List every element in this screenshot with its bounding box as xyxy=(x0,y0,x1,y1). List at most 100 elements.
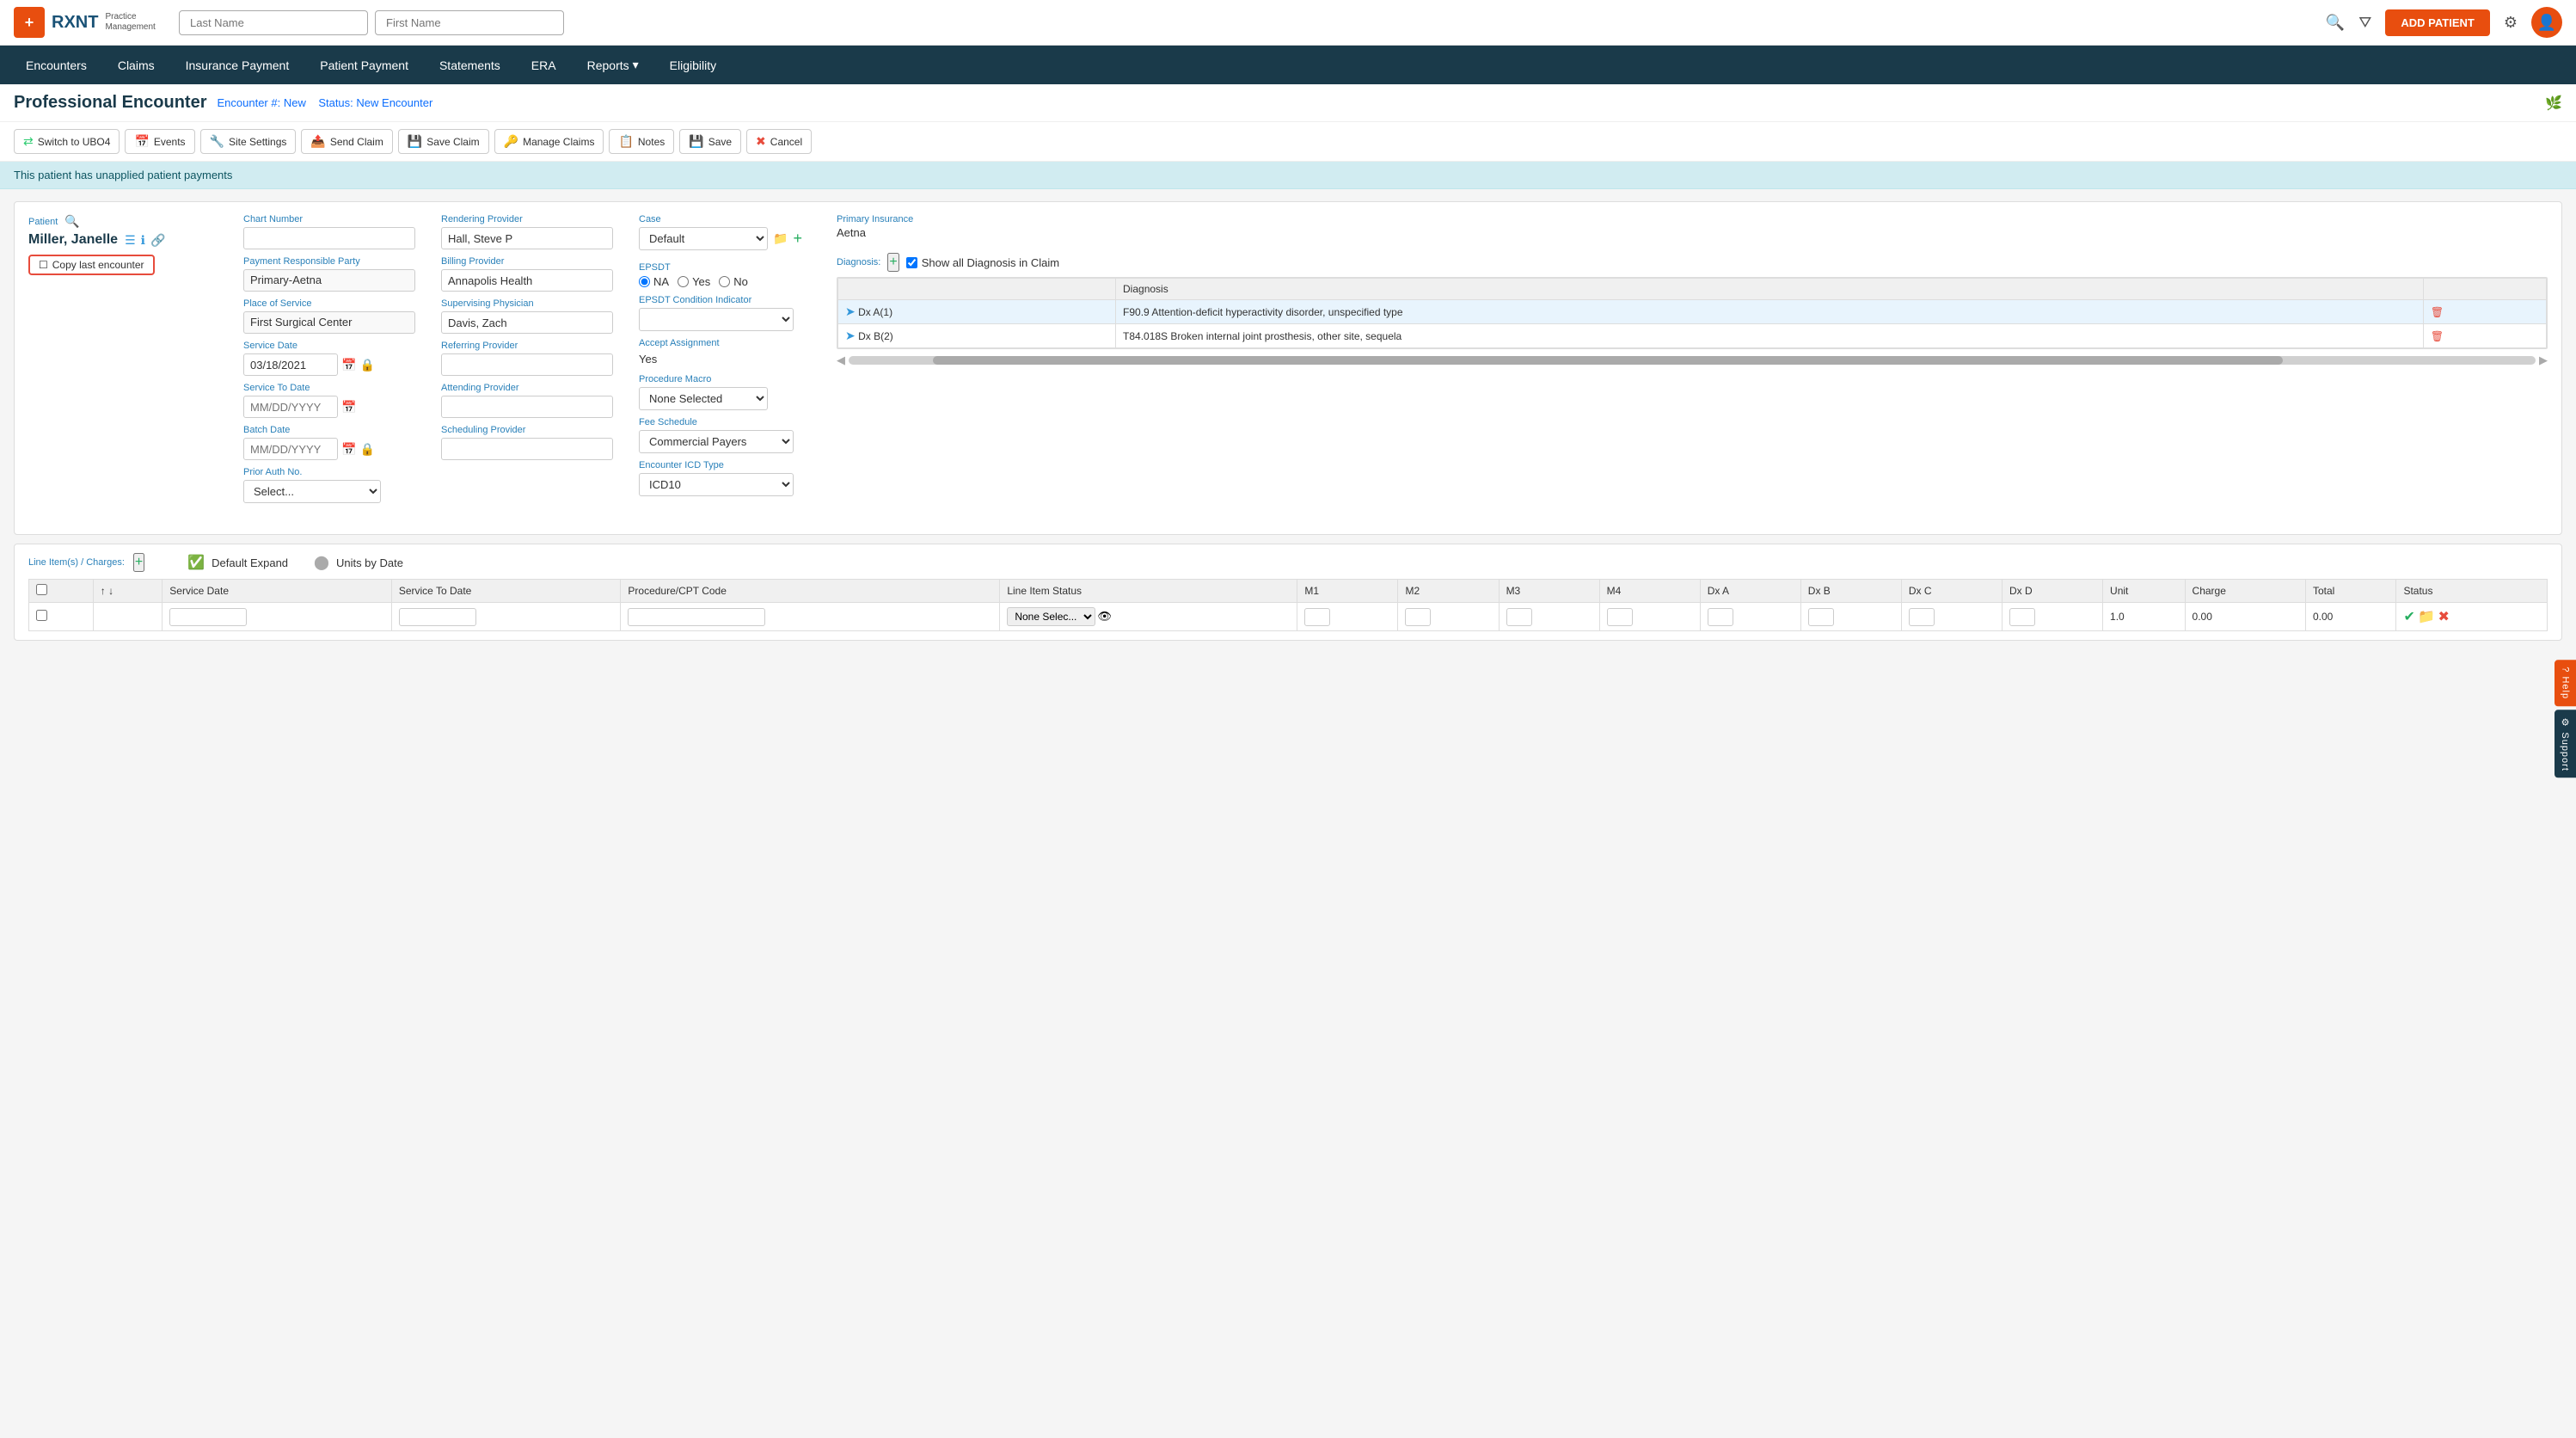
row-m3-cell[interactable] xyxy=(1499,603,1599,631)
diagnosis-scrollbar[interactable] xyxy=(849,356,2536,365)
prior-auth-select[interactable]: Select... xyxy=(243,480,381,503)
epsdt-radio-group: NA Yes No xyxy=(639,275,811,288)
dx-delete-cell[interactable]: 🗑 xyxy=(2423,300,2546,324)
nav-item-era[interactable]: ERA xyxy=(516,46,572,84)
service-date-calendar-icon[interactable]: 📅 xyxy=(341,358,356,372)
search-icon-button[interactable]: 🔍 xyxy=(2326,14,2345,32)
nav-item-insurance-payment[interactable]: Insurance Payment xyxy=(170,46,305,84)
service-to-date-calendar-icon[interactable]: 📅 xyxy=(341,400,356,415)
row-service-to-date-input[interactable] xyxy=(399,608,476,626)
row-m4-cell[interactable] xyxy=(1599,603,1700,631)
row-status-eye-icon[interactable]: 👁 xyxy=(1097,610,1112,624)
scroll-left-icon[interactable]: ◀ xyxy=(837,353,845,367)
support-button[interactable]: ⚙ Support xyxy=(2555,710,2576,778)
row-folder-icon[interactable]: 📁 xyxy=(2418,610,2435,624)
patient-list-icon[interactable]: ☰ xyxy=(125,233,136,248)
sort-up-icon[interactable]: ↑ xyxy=(101,585,106,597)
epsdt-no-option[interactable]: No xyxy=(719,275,748,288)
save-claim-button[interactable]: 💾 Save Claim xyxy=(398,129,489,154)
row-check-icon[interactable]: ✔ xyxy=(2403,610,2414,624)
attending-provider-input[interactable] xyxy=(441,396,613,418)
referring-provider-input[interactable] xyxy=(441,353,613,376)
patient-info-icon[interactable]: ℹ xyxy=(141,233,145,248)
batch-date-input[interactable] xyxy=(243,438,338,460)
row-checkbox-cell[interactable] xyxy=(29,603,94,631)
show-all-diagnosis-checkbox[interactable]: Show all Diagnosis in Claim xyxy=(906,256,1059,269)
epsdt-yes-option[interactable]: Yes xyxy=(678,275,710,288)
supervising-physician-input[interactable] xyxy=(441,311,613,334)
row-m2-input[interactable] xyxy=(1405,608,1431,626)
row-m1-cell[interactable] xyxy=(1297,603,1398,631)
row-service-date-cell[interactable] xyxy=(163,603,392,631)
case-folder-icon[interactable]: 📁 xyxy=(773,231,788,246)
row-service-date-input[interactable] xyxy=(169,608,247,626)
rendering-provider-input[interactable] xyxy=(441,227,613,249)
row-dx-d-input[interactable] xyxy=(2009,608,2035,626)
row-dx-a-cell[interactable] xyxy=(1700,603,1800,631)
sort-down-icon[interactable]: ↓ xyxy=(108,585,113,597)
row-service-to-date-cell[interactable] xyxy=(391,603,621,631)
dx-delete-icon[interactable]: 🗑 xyxy=(2431,306,2444,318)
encounter-icd-select[interactable]: ICD10 xyxy=(639,473,794,496)
first-name-input[interactable] xyxy=(375,10,564,35)
select-all-checkbox[interactable] xyxy=(36,584,47,595)
row-dx-d-cell[interactable] xyxy=(2002,603,2102,631)
nav-item-reports[interactable]: Reports ▾ xyxy=(572,46,654,84)
row-checkbox[interactable] xyxy=(36,610,47,621)
nav-item-eligibility[interactable]: Eligibility xyxy=(654,46,732,84)
switch-to-ubo4-button[interactable]: ⇄ Switch to UBO4 xyxy=(14,129,120,154)
send-claim-button[interactable]: 📤 Send Claim xyxy=(301,129,392,154)
service-date-input[interactable] xyxy=(243,353,338,376)
epsdt-na-option[interactable]: NA xyxy=(639,275,669,288)
notes-button[interactable]: 📋 Notes xyxy=(609,129,674,154)
procedure-macro-select[interactable]: None Selected xyxy=(639,387,768,410)
row-dx-c-input[interactable] xyxy=(1909,608,1935,626)
nav-item-patient-payment[interactable]: Patient Payment xyxy=(304,46,424,84)
events-button[interactable]: 📅 Events xyxy=(125,129,194,154)
row-line-item-status-select[interactable]: None Selec... xyxy=(1007,607,1095,626)
row-procedure-cpt-cell[interactable] xyxy=(621,603,1000,631)
manage-claims-button[interactable]: 🔑 Manage Claims xyxy=(494,129,604,154)
epsdt-condition-select[interactable] xyxy=(639,308,794,331)
add-patient-button[interactable]: ADD PATIENT xyxy=(2385,9,2489,36)
site-settings-button[interactable]: 🔧 Site Settings xyxy=(200,129,297,154)
row-m4-input[interactable] xyxy=(1607,608,1633,626)
scheduling-provider-input[interactable] xyxy=(441,438,613,460)
dx-b-delete-cell[interactable]: 🗑 xyxy=(2423,324,2546,348)
nav-item-statements[interactable]: Statements xyxy=(424,46,516,84)
nav-item-claims[interactable]: Claims xyxy=(102,46,170,84)
service-to-date-input[interactable] xyxy=(243,396,338,418)
add-diagnosis-icon[interactable]: + xyxy=(887,253,899,272)
batch-date-calendar-icon[interactable]: 📅 xyxy=(341,442,356,457)
diagnosis-table-container[interactable]: Diagnosis ➤ Dx A(1) F xyxy=(837,277,2548,349)
row-m3-input[interactable] xyxy=(1506,608,1532,626)
row-procedure-cpt-input[interactable] xyxy=(628,608,765,626)
cancel-button[interactable]: ✖ Cancel xyxy=(746,129,812,154)
scroll-right-icon[interactable]: ▶ xyxy=(2539,353,2548,367)
help-button[interactable]: ? Help xyxy=(2555,660,2576,706)
row-m2-cell[interactable] xyxy=(1398,603,1499,631)
billing-provider-input[interactable] xyxy=(441,269,613,292)
row-dx-a-input[interactable] xyxy=(1708,608,1733,626)
patient-search-icon[interactable]: 🔍 xyxy=(64,214,79,229)
row-dx-c-cell[interactable] xyxy=(1901,603,2002,631)
row-line-item-status-cell[interactable]: None Selec... 👁 xyxy=(1000,603,1297,631)
case-select[interactable]: Default xyxy=(639,227,768,250)
nav-item-encounters[interactable]: Encounters xyxy=(10,46,102,84)
filter-icon-button[interactable]: ⛛ xyxy=(2358,14,2371,32)
settings-icon-button[interactable]: ⚙ xyxy=(2504,14,2518,32)
chart-number-input[interactable] xyxy=(243,227,415,249)
fee-schedule-select[interactable]: Commercial Payers xyxy=(639,430,794,453)
patient-link-icon[interactable]: 🔗 xyxy=(150,233,165,248)
add-line-item-button[interactable]: + xyxy=(133,553,144,572)
row-m1-input[interactable] xyxy=(1304,608,1330,626)
dx-b-delete-icon[interactable]: 🗑 xyxy=(2431,330,2444,342)
row-delete-icon[interactable]: ✖ xyxy=(2438,610,2449,624)
save-button[interactable]: 💾 Save xyxy=(679,129,741,154)
dx-row-icon-cell: ➤ Dx A(1) xyxy=(838,300,1116,324)
row-dx-b-cell[interactable] xyxy=(1800,603,1901,631)
case-add-icon[interactable]: + xyxy=(793,230,802,248)
copy-last-encounter-button[interactable]: ☐ Copy last encounter xyxy=(28,255,155,275)
last-name-input[interactable] xyxy=(179,10,368,35)
row-dx-b-input[interactable] xyxy=(1808,608,1834,626)
